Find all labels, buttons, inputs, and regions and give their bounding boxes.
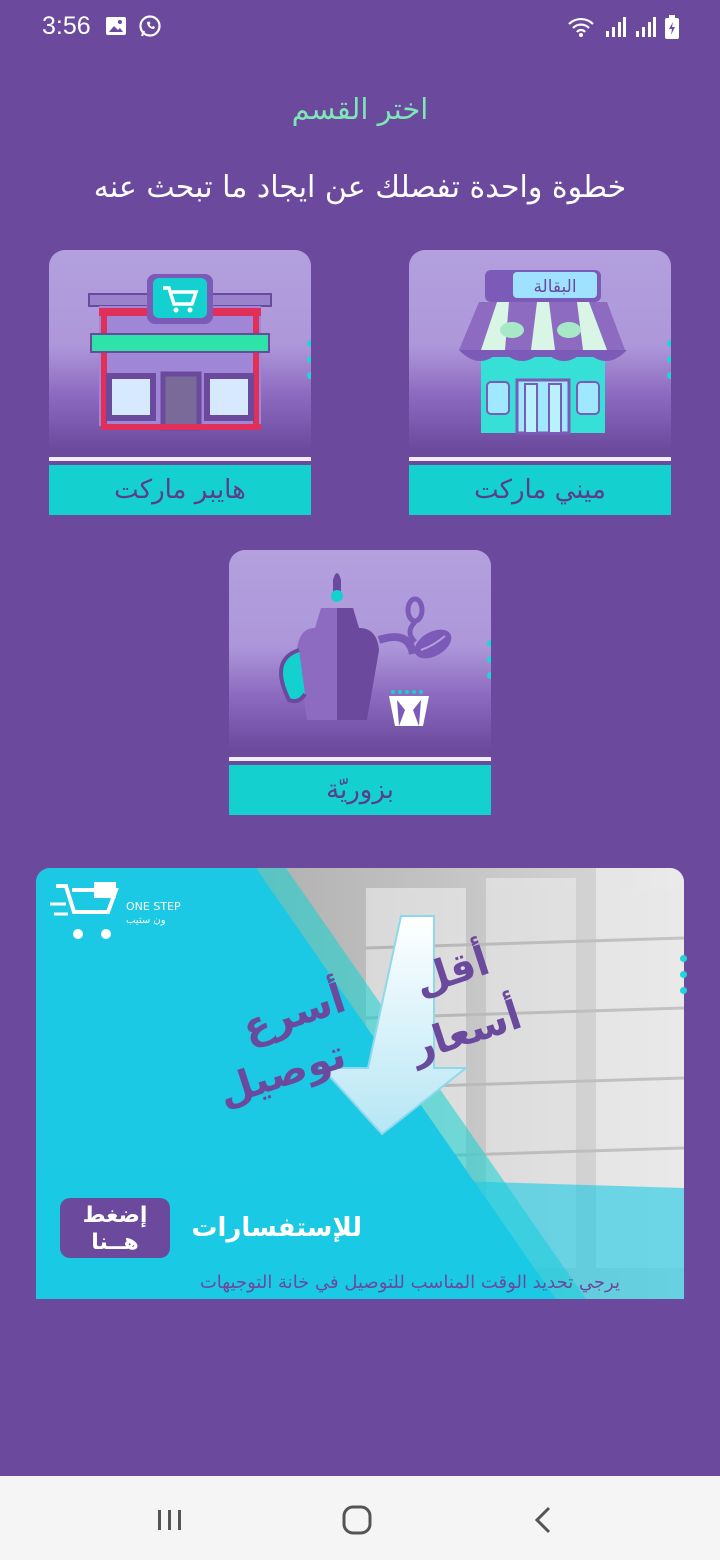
- home-icon[interactable]: [337, 1500, 377, 1540]
- card-dots: [307, 340, 311, 390]
- store-sign-text: البقالة: [533, 277, 576, 297]
- category-label[interactable]: هايبر ماركت: [49, 465, 311, 515]
- back-icon[interactable]: [524, 1500, 564, 1540]
- hypermarket-cart-store-icon: [88, 274, 272, 431]
- click-here-button[interactable]: إضغط هــنا: [60, 1198, 170, 1258]
- status-bar: 3:56: [0, 0, 720, 56]
- signal-icon-2: [636, 17, 656, 37]
- logo-subtext: ون ستيب: [126, 915, 166, 926]
- battery-icon: [665, 15, 679, 39]
- page-title: اختر القسم: [291, 92, 429, 126]
- image-icon: [106, 17, 126, 35]
- category-card-mini-market[interactable]: البقالة ميني ماركت: [409, 250, 671, 516]
- card-divider: [409, 457, 671, 461]
- click-here-line1: إضغط: [83, 1203, 148, 1228]
- card-image-area: [49, 250, 311, 450]
- card-image-area: [229, 550, 491, 750]
- card-image-area: البقالة: [409, 250, 671, 450]
- category-label[interactable]: ميني ماركت: [409, 465, 671, 515]
- category-label[interactable]: بزوريّة: [229, 765, 491, 815]
- wifi-icon: [568, 17, 594, 37]
- status-time: 3:56: [42, 12, 91, 40]
- signal-icon: [606, 17, 626, 37]
- banner-footnote: يرجي تحديد الوقت المناسب للتوصيل في خانة…: [200, 1272, 620, 1293]
- category-card-hypermarket[interactable]: هايبر ماركت: [49, 250, 311, 516]
- promo-banner[interactable]: ONE STEP ون ستيب أسرع توصيل أقل أسعار لل…: [36, 868, 684, 1299]
- whatsapp-icon: [139, 15, 161, 37]
- mini-market-store-icon: البقالة: [459, 270, 627, 435]
- dallah-coffee-pot-nuts-icon: [279, 573, 452, 726]
- banner-dots: [680, 955, 688, 1003]
- card-dots: [487, 640, 491, 690]
- banner-graphic: ONE STEP ون ستيب أسرع توصيل أقل أسعار لل…: [36, 868, 684, 1299]
- page-subtitle: خطوة واحدة تفصلك عن ايجاد ما تبحث عنه: [93, 170, 627, 205]
- logo-text: ONE STEP: [126, 900, 181, 913]
- category-card-bzouriya[interactable]: بزوريّة: [229, 550, 491, 816]
- inquiries-text: للإستفسارات: [191, 1213, 362, 1243]
- card-dots: [667, 340, 671, 390]
- card-divider: [49, 457, 311, 461]
- system-nav-bar: [0, 1476, 720, 1560]
- recent-apps-icon[interactable]: [150, 1500, 190, 1540]
- click-here-line2: هــنا: [91, 1230, 139, 1255]
- card-divider: [229, 757, 491, 761]
